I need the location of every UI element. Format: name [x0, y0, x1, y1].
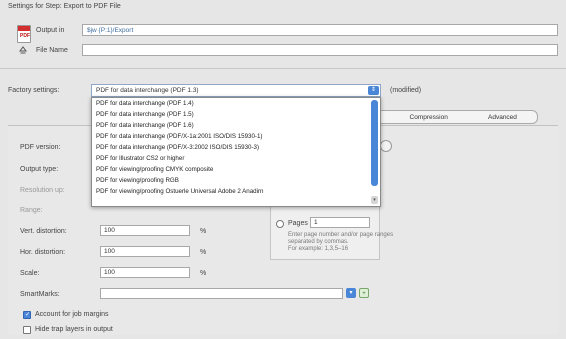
pages-radio[interactable]	[276, 220, 284, 228]
recycle-icon	[18, 45, 28, 55]
hide-trap-checkbox[interactable]	[23, 326, 31, 334]
pages-note-1: Enter page number and/or page ranges	[288, 232, 394, 238]
modified-label: (modified)	[390, 87, 422, 94]
factory-settings-dropdown: PDF for data interchange (PDF 1.4) PDF f…	[91, 97, 381, 207]
dropdown-item[interactable]: PDF for Illustrator CS2 or higher	[92, 153, 380, 164]
factory-settings-label: Factory settings:	[8, 87, 60, 94]
smartmarks-dropdown-icon[interactable]: ▾	[346, 288, 356, 298]
hide-trap-label: Hide trap layers in output	[35, 326, 113, 333]
resolution-label: Resolution up:	[20, 187, 65, 194]
dropdown-item[interactable]: PDF for data interchange (PDF/X-1a:2001 …	[92, 131, 380, 142]
filename-field[interactable]	[82, 44, 558, 56]
percent-label: %	[200, 270, 207, 277]
range-label: Range:	[20, 207, 43, 214]
filename-label: File Name	[36, 47, 68, 54]
vert-distortion-label: Vert. distortion:	[20, 228, 67, 235]
tab-advanced[interactable]: Advanced	[488, 114, 517, 121]
pages-note-3: For example: 1,3,5–16	[288, 246, 349, 252]
output-path-field[interactable]: $jw {P:1}/Export	[82, 24, 558, 36]
factory-settings-value: PDF for data interchange (PDF 1.3)	[96, 87, 199, 94]
account-margins-label: Account for job margins	[35, 311, 109, 318]
dropdown-item[interactable]: PDF for data interchange (PDF 1.5)	[92, 109, 380, 120]
output-type-label: Output type:	[20, 166, 59, 173]
percent-label: %	[200, 228, 207, 235]
factory-settings-select[interactable]: PDF for data interchange (PDF 1.3) ⇕	[91, 84, 381, 97]
chevron-updown-icon[interactable]: ⇕	[368, 86, 379, 95]
smartmarks-label: SmartMarks:	[20, 291, 60, 298]
add-smartmark-icon[interactable]: +	[359, 288, 369, 298]
dropdown-item[interactable]: PDF for viewing/proofing Ostuerle Univer…	[92, 186, 380, 197]
header-separator	[0, 68, 566, 69]
output-label: Output in	[36, 27, 65, 34]
window-title: Settings for Step: Export to PDF File	[8, 3, 121, 10]
dropdown-item[interactable]: PDF for data interchange (PDF 1.4)	[92, 98, 380, 109]
dropdown-item[interactable]: PDF for data interchange (PDF/X-3:2002 I…	[92, 142, 380, 153]
scale-field[interactable]: 100	[100, 267, 190, 278]
pages-field[interactable]: 1	[310, 217, 370, 228]
dropdown-item[interactable]: PDF for viewing/proofing CMYK composite	[92, 164, 380, 175]
help-icon[interactable]	[380, 140, 392, 152]
tab-compression[interactable]: Compression	[410, 114, 448, 121]
dropdown-item[interactable]: PDF for data interchange (PDF 1.6)	[92, 120, 380, 131]
dropdown-scrollbar[interactable]	[371, 100, 378, 186]
hor-distortion-label: Hor. distortion:	[20, 249, 66, 256]
pdf-version-label: PDF version:	[20, 144, 61, 151]
pdf-file-icon: PDF	[17, 25, 31, 43]
scale-label: Scale:	[20, 270, 40, 277]
vert-distortion-field[interactable]: 100	[100, 225, 190, 236]
pages-label: Pages	[288, 220, 308, 227]
pages-note-2: separated by commas.	[288, 239, 349, 245]
percent-label: %	[200, 249, 207, 256]
smartmarks-field[interactable]	[100, 288, 343, 299]
hor-distortion-field[interactable]: 100	[100, 246, 190, 257]
scroll-down-icon[interactable]: ▾	[371, 196, 378, 204]
account-margins-checkbox[interactable]	[23, 311, 31, 319]
dropdown-item[interactable]: PDF for viewing/proofing RGB	[92, 175, 380, 186]
